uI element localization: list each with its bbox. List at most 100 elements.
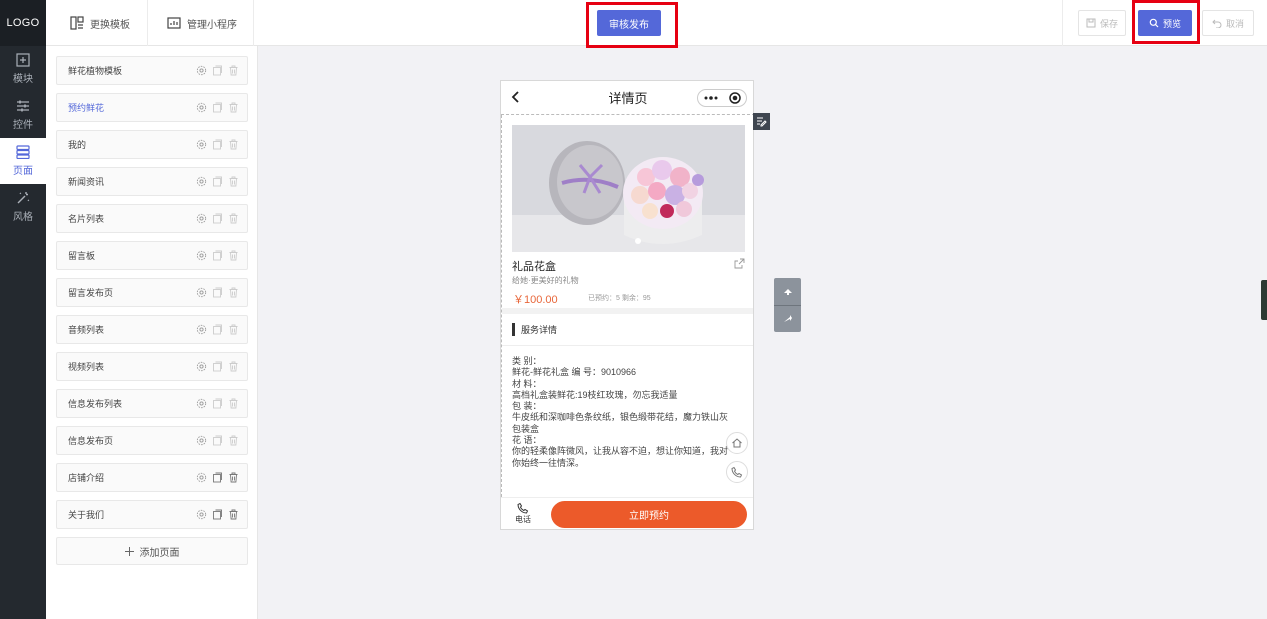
settings-icon[interactable] [196,102,207,113]
add-page-button[interactable]: 添加页面 [56,537,248,565]
trash-icon[interactable] [228,213,239,224]
redo-button[interactable] [774,305,801,332]
settings-icon[interactable] [196,435,207,446]
page-list-item-label: 留言板 [68,251,96,261]
copy-icon[interactable] [212,398,223,409]
phone-float-button[interactable] [726,461,748,483]
trash-icon[interactable] [228,435,239,446]
description-line: 花 语： [512,435,542,446]
rail-item-modules[interactable]: 模块 [0,46,46,92]
trash-icon[interactable] [228,176,239,187]
page-list-item[interactable]: 我的 [56,130,248,159]
top-bar: 更换模板 管理小程序 审核发布 保存 预览 取消 [46,0,1267,46]
chart-icon [167,17,181,29]
page-list-item[interactable]: 视频列表 [56,352,248,381]
page-list-item[interactable]: 新闻资讯 [56,167,248,196]
edit-icon [757,117,767,127]
copy-icon[interactable] [212,435,223,446]
manage-miniprogram-label: 管理小程序 [187,19,237,31]
call-button[interactable]: 电话 [511,502,535,525]
trash-icon[interactable] [228,472,239,483]
copy-icon[interactable] [212,102,223,113]
trash-icon[interactable] [228,324,239,335]
rail-item-controls[interactable]: 控件 [0,92,46,138]
product-subtitle: 给她·更美好的礼物 [512,276,579,285]
cancel-button[interactable]: 取消 [1202,10,1254,36]
trash-icon[interactable] [228,102,239,113]
copy-icon[interactable] [212,509,223,520]
page-list-item[interactable]: 关于我们 [56,500,248,529]
save-button[interactable]: 保存 [1078,10,1126,36]
home-float-button[interactable] [726,432,748,454]
divider [253,0,254,46]
page-list-item-label: 店铺介绍 [68,473,105,483]
copy-icon[interactable] [212,250,223,261]
home-icon [732,438,742,448]
page-list-item[interactable]: 店铺介绍 [56,463,248,492]
share-icon[interactable] [734,258,745,269]
copy-icon[interactable] [212,361,223,372]
section-bar [512,323,515,336]
book-now-button[interactable]: 立即预约 [551,501,747,528]
settings-icon[interactable] [196,213,207,224]
settings-icon[interactable] [196,139,207,150]
phone-footer: 电话 立即预约 [501,497,753,529]
settings-icon[interactable] [196,324,207,335]
page-list-item[interactable]: 预约鲜花 [56,93,248,122]
page-list-item[interactable]: 鲜花植物模板 [56,56,248,85]
preview-label: 预览 [1162,18,1181,29]
page-list-item[interactable]: 信息发布页 [56,426,248,455]
description-line: 包 装： [512,401,542,412]
edit-component-button[interactable] [753,113,770,130]
trash-icon[interactable] [228,509,239,520]
settings-icon[interactable] [196,250,207,261]
copy-icon[interactable] [212,287,223,298]
publish-button[interactable]: 审核发布 [597,10,661,36]
copy-icon[interactable] [212,324,223,335]
settings-icon[interactable] [196,287,207,298]
settings-icon[interactable] [196,509,207,520]
page-list-item[interactable]: 名片列表 [56,204,248,233]
settings-icon[interactable] [196,176,207,187]
page-item-actions [196,213,239,224]
side-edge-widget[interactable] [1261,280,1267,320]
copy-icon[interactable] [212,472,223,483]
copy-icon[interactable] [212,176,223,187]
description-line: 你始终一往情深。 [512,457,585,468]
page-item-actions [196,176,239,187]
left-rail: LOGO 模块 控件 页面 风格 [0,0,46,619]
trash-icon[interactable] [228,398,239,409]
rail-item-pages[interactable]: 页面 [0,138,46,184]
trash-icon[interactable] [228,250,239,261]
page-list-item[interactable]: 音频列表 [56,315,248,344]
carousel-dot[interactable] [635,238,641,244]
undo-button[interactable] [774,278,801,305]
page-list-item-label: 新闻资讯 [68,177,105,187]
settings-icon[interactable] [196,65,207,76]
manage-miniprogram-button[interactable]: 管理小程序 [167,0,237,46]
magic-wand-icon [17,192,30,204]
capsule-menu[interactable] [697,89,747,107]
trash-icon[interactable] [228,139,239,150]
description-line: 高档礼盒装鲜花:19枝红玫瑰，勿忘我适量 [512,389,678,400]
trash-icon[interactable] [228,361,239,372]
page-list-item[interactable]: 留言板 [56,241,248,270]
back-arrow-icon[interactable] [509,89,523,105]
settings-icon[interactable] [196,398,207,409]
page-list-panel: 鲜花植物模板 预约鲜花我的新闻资讯名片列表留言板留言发布页音频列表视频列表信息发布… [46,46,258,619]
trash-icon[interactable] [228,65,239,76]
preview-button[interactable]: 预览 [1138,10,1192,36]
page-list-item[interactable]: 信息发布列表 [56,389,248,418]
rail-item-style[interactable]: 风格 [0,184,46,230]
change-template-button[interactable]: 更换模板 [70,0,130,46]
copy-icon[interactable] [212,139,223,150]
settings-icon[interactable] [196,472,207,483]
trash-icon[interactable] [228,287,239,298]
page-list-item[interactable]: 留言发布页 [56,278,248,307]
product-booking-meta: 已预约：5 剩余：95 [588,295,651,302]
page-item-actions [196,509,239,520]
copy-icon[interactable] [212,213,223,224]
copy-icon[interactable] [212,65,223,76]
rail-item-label: 风格 [13,212,33,223]
settings-icon[interactable] [196,361,207,372]
